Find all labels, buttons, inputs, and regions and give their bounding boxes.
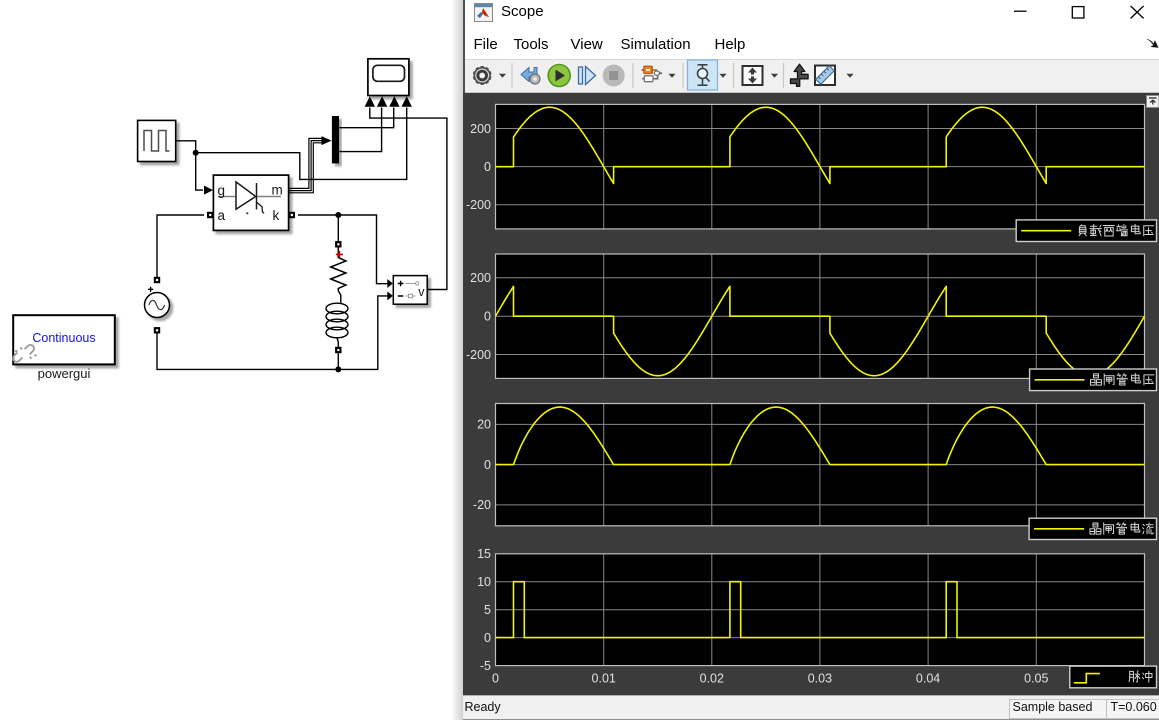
- svg-text:0.04: 0.04: [916, 672, 940, 686]
- svg-text:0.05: 0.05: [1024, 672, 1048, 686]
- svg-text:0: 0: [484, 631, 491, 645]
- svg-text:-200: -200: [466, 348, 491, 362]
- svg-text:0: 0: [484, 310, 491, 324]
- svg-text:20: 20: [477, 418, 491, 432]
- svg-text:-5: -5: [480, 659, 491, 673]
- svg-text:k: k: [273, 208, 280, 223]
- svg-text:-20: -20: [473, 498, 491, 512]
- svg-text:m: m: [272, 183, 283, 198]
- svg-text:0.01: 0.01: [592, 672, 616, 686]
- svg-text:0: 0: [484, 458, 491, 472]
- svg-text:0.02: 0.02: [700, 672, 724, 686]
- svg-text:10: 10: [477, 575, 491, 589]
- svg-text:powergui: powergui: [38, 366, 91, 381]
- svg-text:g: g: [218, 183, 226, 198]
- svg-text:200: 200: [470, 271, 491, 285]
- svg-text:5: 5: [484, 603, 491, 617]
- svg-text:v: v: [418, 285, 425, 299]
- svg-text:-200: -200: [466, 198, 491, 212]
- svg-text:0: 0: [484, 160, 491, 174]
- svg-text:15: 15: [477, 547, 491, 561]
- svg-text:200: 200: [470, 122, 491, 136]
- svg-text:0.03: 0.03: [808, 672, 832, 686]
- svg-text:0: 0: [492, 672, 499, 686]
- svg-text:Continuous: Continuous: [32, 331, 95, 345]
- svg-text:a: a: [218, 208, 226, 223]
